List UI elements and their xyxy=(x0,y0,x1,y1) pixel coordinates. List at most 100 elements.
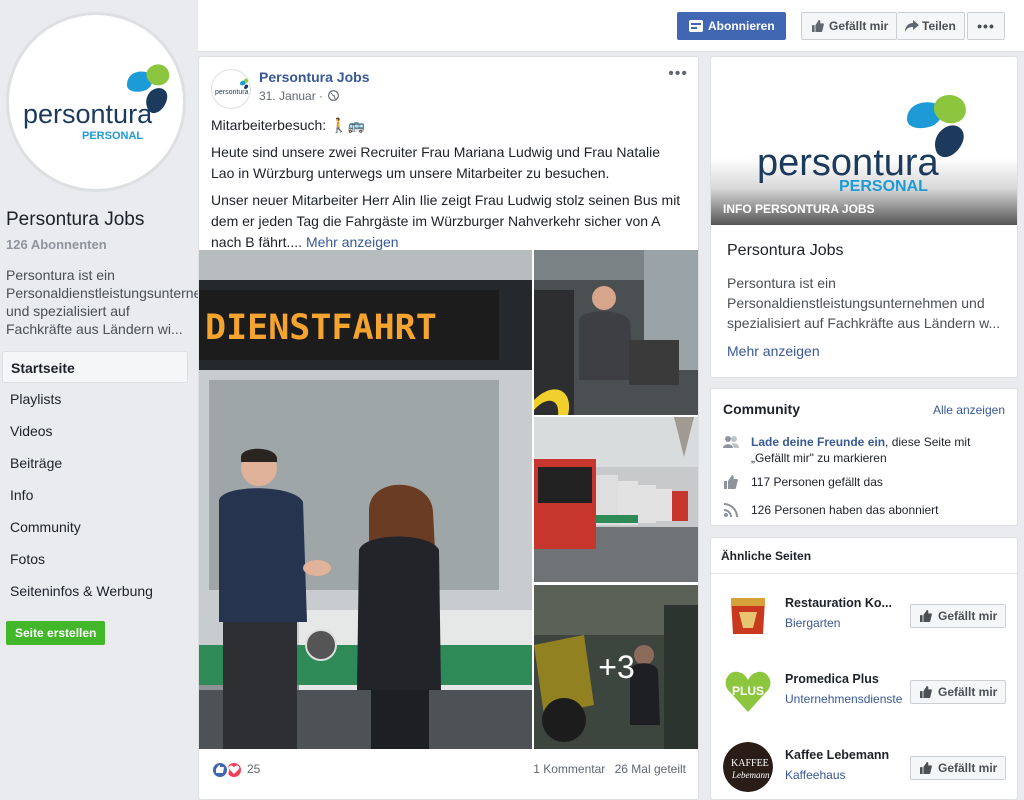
svg-text:PLUS: PLUS xyxy=(732,684,764,698)
thumbs-up-icon xyxy=(724,475,738,489)
post-options-icon[interactable]: ••• xyxy=(668,65,688,83)
info-banner[interactable]: persontura PERSONAL INFO PERSONTURA JOBS xyxy=(711,57,1017,225)
page-name[interactable]: Persontura Jobs xyxy=(6,209,144,231)
nav-item-startseite[interactable]: Startseite xyxy=(2,351,188,383)
likes-count-text[interactable]: 117 Personen gefällt das xyxy=(751,475,883,489)
community-card: Community Alle anzeigen Lade deine Freun… xyxy=(710,388,1018,526)
post-photo-depot[interactable] xyxy=(534,417,698,582)
svg-text:persontura: persontura xyxy=(215,89,249,96)
similar-like-label: Gefällt mir xyxy=(938,609,998,623)
logo-word: persontura xyxy=(23,99,153,129)
rss-icon xyxy=(724,503,738,517)
promedica-heart-logo-icon: PLUS xyxy=(723,666,773,716)
post-text: Mitarbeiterbesuch: 🚶🚌 Heute sind unsere … xyxy=(211,115,681,259)
info-title[interactable]: Persontura Jobs xyxy=(727,242,844,260)
profile-picture[interactable]: persontura PERSONAL xyxy=(6,12,186,192)
more-photos-overlay[interactable]: +3 xyxy=(534,585,698,749)
info-banner-label: INFO PERSONTURA JOBS xyxy=(723,202,875,216)
bus-destination-display: DIENSTFAHRT xyxy=(205,308,437,348)
more-options-button[interactable]: ••• xyxy=(967,12,1005,40)
post-author-avatar[interactable]: persontura xyxy=(211,69,251,109)
nav-item-videos[interactable]: Videos xyxy=(2,415,188,447)
restaurant-avatar[interactable] xyxy=(723,590,773,640)
svg-text:Lebemann: Lebemann xyxy=(731,770,770,780)
share-count[interactable]: 26 Mal geteilt xyxy=(615,762,686,776)
post-stats: 1 Kommentar 26 Mal geteilt xyxy=(527,762,686,776)
restaurant-logo-icon xyxy=(723,590,773,640)
share-label: Teilen xyxy=(922,19,956,33)
persontura-small-logo: persontura xyxy=(215,78,249,96)
thumbs-up-icon xyxy=(920,686,932,698)
info-more-link[interactable]: Mehr anzeigen xyxy=(727,343,820,359)
post-photo-main[interactable]: DIENSTFAHRT xyxy=(199,250,532,749)
page-action-bar: Abonnieren Gefällt mir Teilen ••• xyxy=(198,0,1024,52)
community-title: Community xyxy=(723,401,800,417)
similar-page-category[interactable]: Unternehmensdienste xyxy=(785,692,902,706)
logo-sub: PERSONAL xyxy=(82,130,143,142)
nav-item-community[interactable]: Community xyxy=(2,511,188,543)
info-card: persontura PERSONAL INFO PERSONTURA JOBS… xyxy=(710,56,1018,378)
comment-count[interactable]: 1 Kommentar xyxy=(533,762,605,776)
like-label: Gefällt mir xyxy=(829,19,889,33)
similar-page-name[interactable]: Promedica Plus xyxy=(785,672,879,686)
subscribe-button[interactable]: Abonnieren xyxy=(677,12,786,40)
nav-item-fotos[interactable]: Fotos xyxy=(2,543,188,575)
nav-item-info[interactable]: Info xyxy=(2,479,188,511)
friends-icon xyxy=(723,436,739,448)
share-button[interactable]: Teilen xyxy=(897,12,965,40)
create-page-button[interactable]: Seite erstellen xyxy=(6,621,106,645)
invite-friends-row: Lade deine Freunde ein, diese Seite mit … xyxy=(723,434,1009,466)
bus-driver-photo xyxy=(534,250,698,415)
post-date[interactable]: 31. Januar · xyxy=(259,89,340,103)
post-line-2: Heute sind unsere zwei Recruiter Frau Ma… xyxy=(211,144,660,181)
nav-item-playlists[interactable]: Playlists xyxy=(2,383,188,415)
nav-item-seiteninfos[interactable]: Seiteninfos & Werbung xyxy=(2,575,188,607)
reaction-count: 25 xyxy=(247,762,261,776)
share-arrow-icon xyxy=(905,20,919,32)
post-line-3: Unser neuer Mitarbeiter Herr Alin Ilie z… xyxy=(211,190,681,253)
thumbs-up-icon xyxy=(920,762,932,774)
similar-like-label: Gefällt mir xyxy=(938,685,998,699)
nav-item-beitraege[interactable]: Beiträge xyxy=(2,447,188,479)
similar-page-item: KAFFEE Lebemann Kaffee Lebemann Kaffeehau… xyxy=(723,742,1009,794)
invite-friends-link[interactable]: Lade deine Freunde ein xyxy=(751,435,885,449)
similar-like-button[interactable]: Gefällt mir xyxy=(910,680,1006,704)
subscribe-icon xyxy=(689,20,703,32)
persontura-logo: persontura PERSONAL xyxy=(23,64,170,142)
banner-logo-sub: PERSONAL xyxy=(839,178,928,195)
subscribe-label: Abonnieren xyxy=(708,19,775,33)
info-text: Persontura ist ein Personaldienstleistun… xyxy=(727,275,1001,331)
similar-page-category[interactable]: Kaffeehaus xyxy=(785,768,846,782)
post-author-name[interactable]: Persontura Jobs xyxy=(259,69,369,85)
left-column: persontura PERSONAL Persontura Jobs 126 … xyxy=(0,0,237,800)
likes-row: 117 Personen gefällt das xyxy=(723,474,1009,490)
bus-handshake-photo: DIENSTFAHRT xyxy=(199,250,532,749)
similar-pages-title: Ähnliche Seiten xyxy=(711,538,1017,574)
thumbs-up-icon xyxy=(812,20,824,32)
page-nav: Startseite Playlists Videos Beiträge Inf… xyxy=(2,351,188,607)
similar-like-button[interactable]: Gefällt mir xyxy=(910,756,1006,780)
svg-text:KAFFEE: KAFFEE xyxy=(731,758,769,769)
similar-page-name[interactable]: Kaffee Lebemann xyxy=(785,748,889,762)
follows-row: 126 Personen haben das abonniert xyxy=(723,502,1009,518)
follows-count-text[interactable]: 126 Personen haben das abonniert xyxy=(751,503,938,517)
kaffee-logo-icon: KAFFEELebemann xyxy=(723,742,773,792)
similar-like-button[interactable]: Gefällt mir xyxy=(910,604,1006,628)
community-see-all-link[interactable]: Alle anzeigen xyxy=(933,403,1005,417)
similar-page-item: PLUS Promedica Plus Unternehmensdienste … xyxy=(723,666,1009,718)
see-more-link[interactable]: Mehr anzeigen xyxy=(306,234,399,250)
similar-page-category[interactable]: Biergarten xyxy=(785,616,840,630)
kaffee-avatar[interactable]: KAFFEE Lebemann xyxy=(723,742,773,792)
like-page-button[interactable]: Gefällt mir xyxy=(801,12,897,40)
similar-like-label: Gefällt mir xyxy=(938,761,998,775)
post-line-1: Mitarbeiterbesuch: 🚶🚌 xyxy=(211,117,365,133)
post-date-text: 31. Januar · xyxy=(259,89,324,103)
post-photo-workshop[interactable]: +3 xyxy=(534,585,698,749)
thumbs-up-icon xyxy=(920,610,932,622)
page-description: Persontura ist ein Personaldienstleistun… xyxy=(6,267,237,337)
similar-page-name[interactable]: Restauration Ko... xyxy=(785,596,892,610)
similar-page-item: Restauration Ko... Biergarten Gefällt mi… xyxy=(723,590,1009,642)
post-photo-driver[interactable] xyxy=(534,250,698,415)
promedica-avatar[interactable]: PLUS xyxy=(723,666,773,716)
globe-icon xyxy=(328,90,340,101)
